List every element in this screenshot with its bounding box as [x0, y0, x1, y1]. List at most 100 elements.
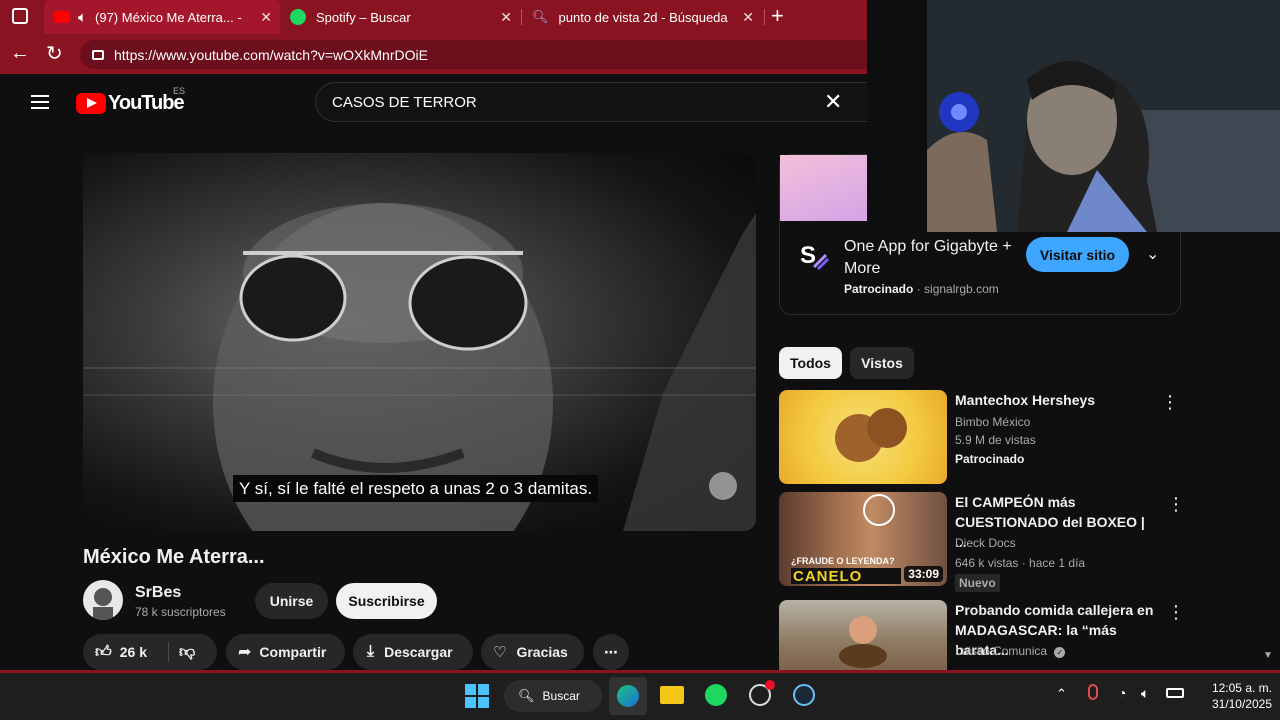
search-favicon-icon: 🔍︎ — [532, 9, 549, 24]
video-subtitle: Y sí, sí le falté el respeto a unas 2 o … — [233, 475, 599, 502]
wifi-icon[interactable]: ◔ — [1118, 685, 1126, 701]
new-badge: Nuevo — [955, 574, 1000, 592]
thanks-label: Gracias — [516, 644, 568, 660]
scroll-down-icon[interactable]: ▼ — [1263, 650, 1273, 661]
steam-icon[interactable] — [793, 684, 815, 706]
share-button[interactable]: ➦ Compartir — [226, 634, 345, 670]
search-value: CASOS DE TERROR — [332, 93, 477, 111]
reload-icon[interactable]: ↻ — [46, 41, 63, 66]
start-icon[interactable] — [465, 684, 489, 708]
tab-separator — [764, 9, 765, 25]
chip-vistos[interactable]: Vistos — [850, 347, 914, 379]
youtube-logo[interactable]: YouTube — [76, 92, 185, 115]
edge-taskbar-button[interactable] — [609, 677, 647, 715]
video-thumbnail[interactable] — [779, 390, 947, 484]
subscriber-count: 78 k suscriptores — [135, 605, 226, 619]
share-icon: ➦ — [238, 644, 252, 661]
like-icon[interactable]: 👍︎ — [95, 643, 112, 662]
visit-site-button[interactable]: Visitar sitio — [1026, 237, 1129, 272]
thanks-button[interactable]: ♡ Gracias — [481, 634, 584, 670]
region-code: ES — [173, 86, 186, 96]
video-title: México Me Aterra... — [83, 546, 265, 568]
webcam-overlay — [867, 0, 1280, 232]
dislike-icon[interactable]: 👎︎ — [179, 643, 195, 662]
verified-icon: ✓ — [1054, 647, 1066, 658]
video-thumbnail[interactable] — [779, 600, 947, 670]
url-field[interactable]: https://www.youtube.com/watch?v=wOXkMnrD… — [80, 40, 880, 69]
like-count[interactable]: 26 k — [120, 644, 147, 660]
recommendation-item[interactable]: ¿FRAUDE O LEYENDA? CANELO 33:09 El CAMPE… — [779, 492, 1185, 592]
youtube-play-icon — [76, 93, 106, 114]
svg-text:S: S — [800, 242, 816, 269]
chevron-up-icon[interactable]: ⌃ — [1056, 686, 1067, 702]
divider — [168, 642, 169, 662]
recommendation-item[interactable]: Probando comida callejera en MADAGASCAR:… — [779, 600, 1179, 670]
subscribe-button[interactable]: Suscribirse — [336, 583, 437, 619]
more-actions-icon[interactable]: ⋯ — [593, 634, 629, 670]
like-dislike-group: 👍︎ 26 k 👎︎ — [83, 634, 217, 670]
chevron-down-icon[interactable]: ⌄ — [1146, 244, 1159, 264]
more-options-icon[interactable]: ⋮ — [1167, 603, 1179, 621]
file-explorer-icon[interactable] — [660, 686, 684, 704]
taskbar-search[interactable]: 🔍︎ Buscar — [504, 680, 602, 712]
ad-title[interactable]: One App for Gigabyte + More — [844, 236, 1019, 280]
recommendation-channel[interactable]: Luisito Comunica — [955, 644, 1047, 658]
lock-icon[interactable] — [92, 50, 104, 60]
close-tab-icon[interactable]: ✕ — [500, 9, 512, 26]
menu-icon[interactable] — [31, 95, 49, 109]
taskbar-clock[interactable]: 12:05 a. m. 31/10/2025 — [1192, 680, 1272, 712]
video-thumbnail[interactable]: ¿FRAUDE O LEYENDA? CANELO 33:09 — [779, 492, 947, 586]
sponsored-label: Patrocinado — [955, 452, 1025, 466]
ad-sponsor-line: Patrocinado · signalrgb.com — [844, 282, 999, 296]
tab-separator — [521, 9, 522, 25]
tab-youtube[interactable]: 🔈︎ (97) México Me Aterra... - Yo ✕ — [44, 0, 280, 34]
search-input[interactable]: CASOS DE TERROR ✕ — [315, 82, 875, 122]
tab-actions-icon[interactable] — [12, 8, 28, 24]
speaker-icon[interactable]: 🔈︎ — [78, 9, 87, 26]
share-label: Compartir — [259, 644, 327, 660]
recommendation-channel-row[interactable]: Luisito Comunica ✓ — [955, 644, 1066, 658]
thanks-heart-icon: ♡ — [493, 644, 507, 661]
recommendation-title[interactable]: Mantechox Hersheys — [955, 390, 1155, 410]
clear-search-icon[interactable]: ✕ — [824, 89, 842, 115]
back-icon[interactable]: ← — [10, 42, 30, 65]
battery-icon[interactable] — [1166, 688, 1184, 698]
channel-name[interactable]: SrBes — [135, 584, 181, 602]
youtube-favicon-icon — [54, 11, 70, 23]
spotify-favicon-icon — [290, 9, 306, 25]
recommendation-item[interactable]: Mantechox Hersheys Bimbo México 5.9 M de… — [779, 390, 1179, 486]
url-text: https://www.youtube.com/watch?v=wOXkMnrD… — [114, 46, 428, 63]
more-options-icon[interactable]: ⋮ — [1167, 495, 1185, 513]
ad-domain: signalrgb.com — [924, 282, 999, 296]
new-tab-icon[interactable]: + — [771, 3, 784, 29]
notification-badge — [765, 680, 775, 690]
tab-label: punto de vista 2d - Búsqueda — [558, 9, 728, 25]
microphone-icon[interactable] — [1088, 684, 1098, 700]
close-tab-icon[interactable]: ✕ — [260, 9, 272, 26]
thumbnail-caption: ¿FRAUDE O LEYENDA? — [791, 556, 895, 566]
thumbnail-headline: CANELO — [793, 568, 863, 585]
taskbar-search-label: Buscar — [542, 689, 580, 703]
more-options-icon[interactable]: ⋮ — [1161, 393, 1179, 411]
sponsored-label: Patrocinado — [844, 282, 914, 296]
download-button[interactable]: ⤓ Descargar — [353, 634, 473, 670]
join-button[interactable]: Unirse — [255, 583, 328, 619]
app-icon[interactable] — [749, 680, 775, 706]
download-icon: ⤓ — [367, 643, 375, 660]
recommendation-meta: 5.9 M de vistas — [955, 433, 1036, 447]
download-label: Descargar — [384, 644, 453, 660]
chip-todos[interactable]: Todos — [779, 347, 842, 379]
signalrgb-logo-icon: S — [796, 237, 830, 271]
tab-spotify[interactable]: Spotify – Buscar ✕ — [282, 0, 520, 34]
tab-bing-search[interactable]: 🔍︎ punto de vista 2d - Búsqueda ✕ — [524, 0, 762, 34]
recommendation-channel[interactable]: Bimbo México — [955, 415, 1030, 429]
clock-time: 12:05 a. m. — [1211, 681, 1272, 695]
recommendation-meta: 646 k vistas · hace 1 día — [955, 556, 1086, 570]
search-icon: 🔍︎ — [518, 688, 535, 703]
spotify-icon[interactable] — [705, 684, 727, 706]
video-duration: 33:09 — [904, 566, 943, 582]
close-tab-icon[interactable]: ✕ — [742, 9, 754, 26]
recommendation-channel[interactable]: Dieck Docs — [955, 536, 1016, 550]
channel-avatar[interactable] — [83, 580, 123, 620]
volume-icon[interactable]: 🔈︎ — [1141, 685, 1149, 702]
